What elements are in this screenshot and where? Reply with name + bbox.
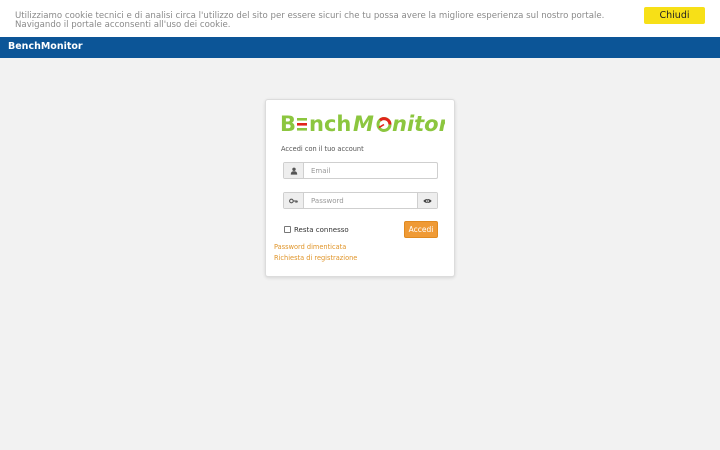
top-navbar: BenchMonitor (0, 37, 720, 58)
svg-text:M: M (353, 112, 374, 135)
eye-icon[interactable] (417, 193, 437, 208)
cookie-close-button[interactable]: Chiudi (644, 7, 705, 24)
user-icon (284, 163, 304, 178)
remember-me-label[interactable]: Resta connesso (294, 226, 349, 234)
remember-me-checkbox[interactable] (284, 226, 291, 233)
email-input-group (283, 162, 438, 179)
password-field[interactable] (305, 193, 417, 208)
benchmonitor-logo: B nch M nitor (280, 112, 445, 135)
svg-text:nitor: nitor (392, 112, 445, 135)
email-field[interactable] (305, 163, 437, 178)
login-card: B nch M nitor Accedi con il tuo account (265, 99, 455, 277)
cookie-text: Utilizziamo cookie tecnici e di analisi … (15, 11, 605, 31)
cookie-banner: Utilizziamo cookie tecnici e di analisi … (0, 0, 720, 37)
registration-request-link[interactable]: Richiesta di registrazione (274, 254, 357, 262)
svg-text:nch: nch (309, 112, 351, 135)
forgot-password-link[interactable]: Password dimenticata (274, 243, 346, 251)
login-button[interactable]: Accedi (404, 221, 438, 238)
login-subtitle: Accedi con il tuo account (281, 145, 364, 153)
password-input-group (283, 192, 438, 209)
app-title[interactable]: BenchMonitor (8, 41, 83, 52)
key-icon (284, 193, 304, 208)
svg-text:B: B (280, 112, 296, 135)
